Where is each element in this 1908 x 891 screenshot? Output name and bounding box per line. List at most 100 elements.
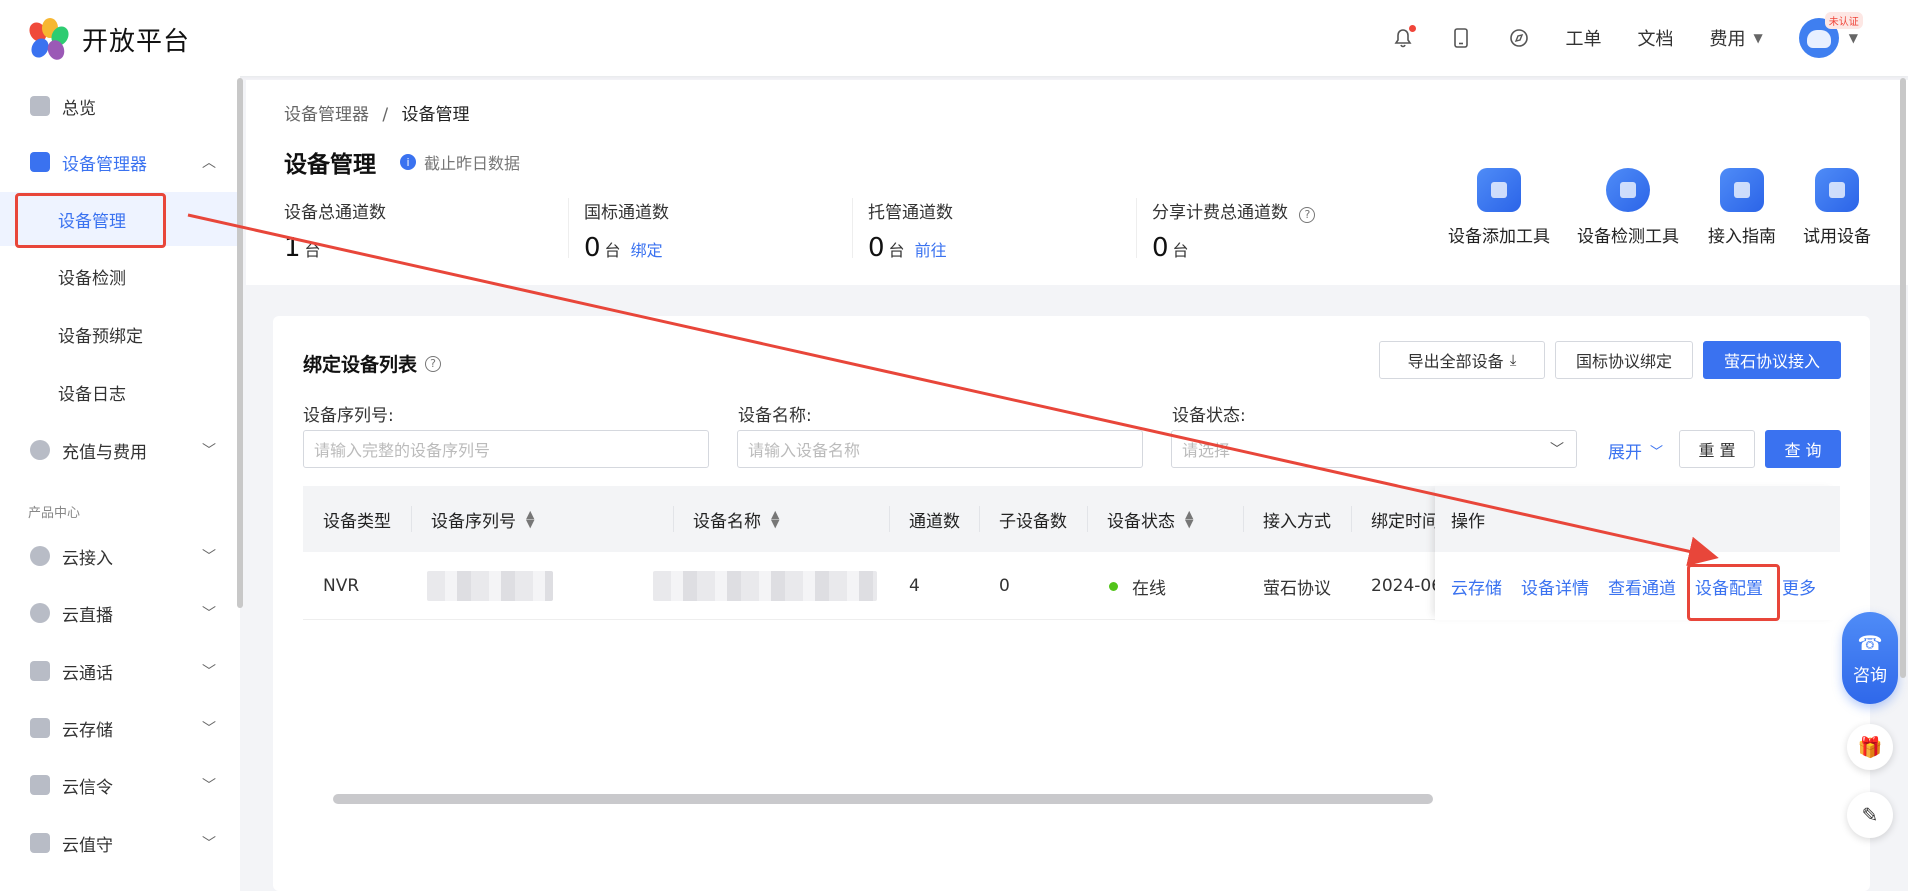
stat-total-channels: 设备总通道数 1台 <box>284 198 554 268</box>
auth-badge: 未认证 <box>1824 12 1863 29</box>
stat-shared-channels: 分享计费总通道数 ? 0台 <box>1152 198 1422 268</box>
logo-icon <box>26 18 72 63</box>
sidebar-scrollbar[interactable] <box>237 78 243 608</box>
sidebar-item-device-detection[interactable]: 设备检测 <box>0 249 238 303</box>
logo-text: 开放平台 <box>82 26 191 57</box>
compass-icon[interactable] <box>1508 27 1530 49</box>
tool-device-check[interactable]: 设备检测工具 <box>1568 168 1688 247</box>
status-select[interactable]: 请选择 ﹀ <box>1171 430 1577 468</box>
col-name[interactable]: 设备名称 ▲ ▼ <box>693 486 779 552</box>
feedback-button[interactable]: ✎ <box>1847 792 1893 838</box>
sidebar-item-device-prebind[interactable]: 设备预绑定 <box>0 307 238 361</box>
sort-icon[interactable]: ▲ ▼ <box>771 509 779 529</box>
breadcrumb-parent[interactable]: 设备管理器 <box>284 105 369 125</box>
tool-trial-device[interactable]: 试用设备 <box>1777 168 1897 247</box>
gift-button[interactable]: 🎁 <box>1847 724 1893 770</box>
sidebar-item-cloud-signal[interactable]: 云信令 ﹀ <box>0 761 238 809</box>
download-icon: ⤓ <box>1509 351 1517 369</box>
sidebar-item-cloud-live[interactable]: 云直播 ﹀ <box>0 589 238 637</box>
sidebar-item-cloud-call[interactable]: 云通话 ﹀ <box>0 647 238 695</box>
sidebar-item-label: 总览 <box>62 98 96 119</box>
ticket-link[interactable]: 工单 <box>1566 25 1602 51</box>
fee-dropdown[interactable]: 费用 ▼ <box>1710 25 1763 51</box>
sidebar-item-label: 设备日志 <box>58 384 126 405</box>
breadcrumb-current: 设备管理 <box>401 105 470 125</box>
cell-channels: 4 <box>909 576 920 596</box>
sidebar-item-cloud-storage[interactable]: 云存储 ﹀ <box>0 704 238 752</box>
export-all-button[interactable]: 导出全部设备 ⤓ <box>1379 341 1545 379</box>
header-actions: 工单 文档 费用 ▼ 未认证 ▼ <box>1392 0 1863 76</box>
cloud-storage-link[interactable]: 云存储 <box>1451 574 1502 599</box>
document-icon <box>1720 168 1764 212</box>
goto-link[interactable]: 前往 <box>915 241 947 260</box>
data-note-text: 截止昨日数据 <box>424 154 521 173</box>
sidebar-item-overview[interactable]: 总览 <box>0 82 238 130</box>
col-serial[interactable]: 设备序列号 ▲ ▼ <box>431 486 534 552</box>
stat-value: 0 <box>868 233 885 263</box>
help-icon[interactable]: ? <box>425 355 442 372</box>
highlight-box-device-config <box>1687 564 1780 621</box>
sidebar-item-device-log[interactable]: 设备日志 <box>0 365 238 419</box>
serial-input[interactable]: 请输入完整的设备序列号 <box>303 430 709 468</box>
sort-icon[interactable]: ▲ ▼ <box>526 509 534 529</box>
reset-button[interactable]: 重 置 <box>1679 430 1755 468</box>
info-icon: i <box>400 154 416 170</box>
page-title: 设备管理 <box>284 152 376 178</box>
bell-icon[interactable] <box>1392 25 1416 49</box>
summary-card: 设备管理器 / 设备管理 设备管理 i 截止昨日数据 设备总通道数 1台 国标通… <box>246 80 1908 285</box>
sidebar-item-recharge[interactable]: 充值与费用 ﹀ <box>0 426 238 474</box>
phone-icon[interactable] <box>1450 27 1472 49</box>
button-label: 国标协议绑定 <box>1575 352 1672 371</box>
caret-down-icon: ▼ <box>1848 31 1858 45</box>
cell-status: 在线 <box>1109 552 1166 620</box>
sort-icon[interactable]: ▲ ▼ <box>1185 509 1193 529</box>
button-label: 导出全部设备 <box>1407 352 1504 371</box>
sidebar-item-device-manager[interactable]: 设备管理器 ︿ <box>0 138 238 186</box>
table-horizontal-scrollbar[interactable] <box>333 794 1433 804</box>
device-list-card: 绑定设备列表 ? 导出全部设备 ⤓ 国标协议绑定 萤石协议接入 设备序列号: 请… <box>273 316 1870 891</box>
chevron-down-icon: ﹀ <box>202 778 216 794</box>
bind-link[interactable]: 绑定 <box>631 241 663 260</box>
serial-label: 设备序列号: <box>303 406 394 426</box>
col-access: 接入方式 <box>1263 511 1331 532</box>
cloud-icon <box>30 603 50 623</box>
button-label: 萤石协议接入 <box>1723 352 1820 371</box>
sidebar-item-label: 设备预绑定 <box>58 326 143 347</box>
logo[interactable]: 开放平台 <box>26 18 191 63</box>
sidebar-item-label: 云直播 <box>62 605 113 626</box>
sidebar-item-label: 设备检测 <box>58 268 126 289</box>
col-sub-devices: 子设备数 <box>999 511 1067 532</box>
gb-bind-button[interactable]: 国标协议绑定 <box>1555 341 1693 379</box>
col-status[interactable]: 设备状态 ▲ ▼ <box>1107 486 1193 552</box>
chevron-down-icon: ﹀ <box>202 836 216 852</box>
highlight-box-device-management <box>15 193 166 248</box>
view-channels-link[interactable]: 查看通道 <box>1608 574 1676 599</box>
tool-device-add[interactable]: 设备添加工具 <box>1439 168 1559 247</box>
headset-icon: ☎ <box>1857 630 1883 655</box>
help-icon[interactable]: ? <box>1299 206 1316 223</box>
col-label: 设备名称 <box>693 511 761 532</box>
consult-button[interactable]: ☎ 咨询 <box>1842 612 1898 704</box>
name-input[interactable]: 请输入设备名称 <box>737 430 1143 468</box>
more-link[interactable]: 更多 <box>1782 574 1816 599</box>
expand-toggle[interactable]: 展开 ﹀ <box>1608 438 1663 463</box>
user-menu[interactable]: 未认证 ▼ <box>1798 12 1863 58</box>
server-icon <box>30 152 50 172</box>
stat-unit: 台 <box>888 241 905 260</box>
chevron-up-icon: ︿ <box>202 155 216 171</box>
docs-link[interactable]: 文档 <box>1638 25 1674 51</box>
stat-unit: 台 <box>304 241 321 260</box>
shield-icon <box>30 833 50 853</box>
device-details-link[interactable]: 设备详情 <box>1521 574 1589 599</box>
sidebar-item-cloud-guard[interactable]: 云值守 ﹀ <box>0 819 238 867</box>
consult-label: 咨询 <box>1853 665 1887 686</box>
ezviz-access-button[interactable]: 萤石协议接入 <box>1703 341 1841 379</box>
sidebar-item-cloud-access[interactable]: 云接入 ﹀ <box>0 532 238 580</box>
sidebar-item-label: 云信令 <box>62 777 113 798</box>
page-scrollbar[interactable] <box>1900 78 1906 678</box>
query-button[interactable]: 查 询 <box>1765 430 1841 468</box>
stat-value: 0 <box>1152 233 1169 263</box>
chevron-down-icon: ﹀ <box>202 664 216 680</box>
stat-value: 0 <box>584 233 601 263</box>
column-divider <box>673 506 674 532</box>
